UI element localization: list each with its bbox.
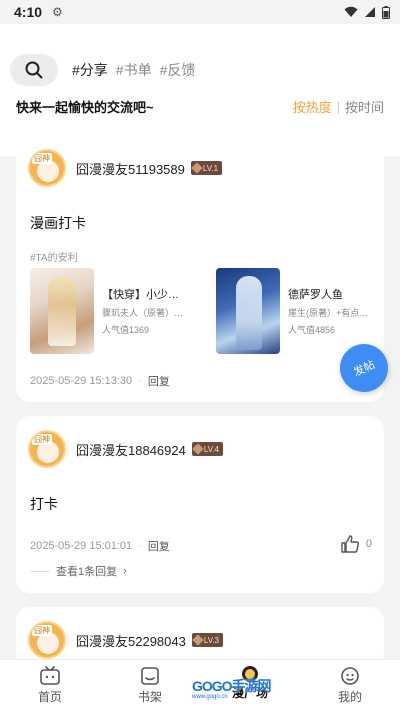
book-author: 骤玑夫人（原著）+暮青… bbox=[102, 308, 186, 318]
book-popularity: 人气值1369 bbox=[102, 325, 150, 335]
book-title: 【快穿】小少… bbox=[102, 289, 179, 301]
post-date: 2025-05-29 15:01:01 bbox=[30, 540, 133, 552]
profile-icon bbox=[341, 667, 359, 685]
post-user[interactable]: 囧神 囧漫漫友52298043 LV.3 bbox=[28, 621, 223, 659]
avatar-badge: 囧神 bbox=[32, 434, 52, 445]
avatar-badge: 囧神 bbox=[32, 625, 52, 636]
avatar[interactable]: 囧神 bbox=[28, 621, 66, 659]
level-badge: LV.1 bbox=[190, 161, 223, 175]
book-item[interactable]: 德萨罗人鱼 崖生(原著）+有点笔札 人气值4856 bbox=[216, 268, 372, 354]
like-button[interactable]: 0 bbox=[340, 534, 372, 554]
post-text: 打卡 bbox=[30, 496, 58, 512]
status-time: 4:10 bbox=[14, 4, 43, 20]
post-user[interactable]: 囧神 囧漫漫友18846924 LV.4 bbox=[28, 430, 223, 468]
wifi-icon bbox=[344, 6, 358, 17]
tv-icon bbox=[40, 666, 60, 685]
search-button[interactable] bbox=[10, 54, 58, 86]
post-meta: 2025-05-29 15:13:30 · 回复 bbox=[30, 373, 170, 389]
post-meta: 2025-05-29 15:01:01 · 回复 bbox=[30, 538, 170, 554]
post-card[interactable]: 囧神 囧漫漫友18846924 LV.4 打卡 2025-05-29 15:01… bbox=[16, 416, 384, 593]
book-cover bbox=[216, 268, 280, 354]
username[interactable]: 囧漫漫友51193589 bbox=[76, 159, 185, 178]
recommend-label: #TA的安利 bbox=[30, 253, 78, 264]
nav-profile[interactable]: 我的 bbox=[300, 660, 400, 712]
nav-bookshelf-label: 书架 bbox=[137, 690, 162, 704]
sort-toggle: 按热度 | 按时间 bbox=[293, 97, 384, 116]
page-subtitle: 快来一起愉快的交流吧~ bbox=[16, 100, 154, 115]
tag-list: #分享 #书单 #反馈 bbox=[72, 60, 195, 80]
like-count: 0 bbox=[365, 538, 372, 550]
reply-button[interactable]: 回复 bbox=[148, 538, 170, 554]
new-post-label: 发帖 bbox=[351, 358, 377, 379]
nav-home-label: 首页 bbox=[37, 690, 62, 704]
book-item[interactable]: 【快穿】小少… 骤玑夫人（原著）+暮青… 人气值1369 bbox=[30, 268, 186, 354]
sort-by-hot[interactable]: 按热度 bbox=[293, 97, 332, 116]
sort-separator: | bbox=[336, 99, 340, 114]
username[interactable]: 囧漫漫友18846924 bbox=[76, 440, 186, 459]
avatar-badge: 囧神 bbox=[32, 153, 52, 164]
username[interactable]: 囧漫漫友52298043 bbox=[76, 631, 186, 650]
post-text: 漫画打卡 bbox=[30, 215, 86, 231]
watermark-sub: www.gogo.cn bbox=[192, 694, 228, 700]
meta-dot: · bbox=[138, 375, 142, 387]
book-title: 德萨罗人鱼 bbox=[288, 289, 343, 301]
nav-bookshelf[interactable]: 书架 bbox=[100, 660, 200, 712]
tag-share[interactable]: #分享 bbox=[72, 60, 108, 80]
chevron-right-icon: › bbox=[123, 565, 127, 577]
nav-profile-label: 我的 bbox=[337, 690, 362, 704]
status-bar: 4:10 ⚙ bbox=[0, 0, 400, 24]
battery-icon bbox=[382, 5, 390, 19]
book-author: 崖生(原著）+有点笔札 bbox=[288, 308, 372, 318]
watermark-text: GOGO手游网 bbox=[192, 678, 272, 694]
search-icon bbox=[25, 61, 43, 79]
level-badge: LV.4 bbox=[191, 442, 223, 456]
tag-booklist[interactable]: #书单 bbox=[116, 60, 152, 80]
view-replies-link[interactable]: 查看1条回复 › bbox=[30, 563, 127, 579]
signal-icon bbox=[365, 7, 375, 17]
watermark-logo: GOGO手游网 www.gogo.cn bbox=[192, 676, 272, 700]
divider bbox=[30, 570, 50, 572]
gear-icon: ⚙ bbox=[52, 5, 63, 19]
post-card[interactable]: 囧神 囧漫漫友51193589 LV.1 漫画打卡 #TA的安利 【快穿】小少…… bbox=[16, 135, 384, 402]
view-replies-label: 查看1条回复 bbox=[56, 566, 118, 578]
post-user[interactable]: 囧神 囧漫漫友51193589 LV.1 bbox=[28, 149, 223, 187]
avatar[interactable]: 囧神 bbox=[28, 430, 66, 468]
meta-dot: · bbox=[138, 540, 142, 552]
nav-home[interactable]: 首页 bbox=[0, 660, 100, 712]
sort-by-time[interactable]: 按时间 bbox=[345, 97, 384, 116]
thumbs-up-icon bbox=[341, 535, 359, 553]
tag-feedback[interactable]: #反馈 bbox=[160, 60, 196, 80]
bookshelf-icon bbox=[141, 667, 159, 685]
avatar[interactable]: 囧神 bbox=[28, 149, 66, 187]
reply-button[interactable]: 回复 bbox=[148, 373, 170, 389]
level-badge: LV.3 bbox=[191, 633, 223, 647]
book-cover bbox=[30, 268, 94, 354]
book-popularity: 人气值4856 bbox=[288, 325, 336, 335]
post-date: 2025-05-29 15:13:30 bbox=[30, 375, 133, 387]
post-card[interactable]: 囧神 囧漫漫友52298043 LV.3 bbox=[16, 607, 384, 667]
